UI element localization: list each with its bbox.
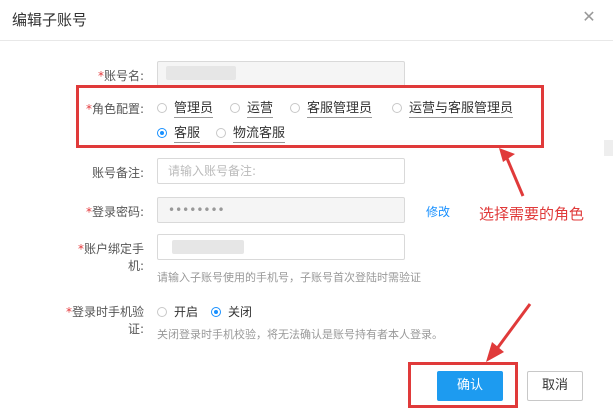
edge-scroll-indicator (604, 140, 613, 156)
edit-password-link[interactable]: 修改 (426, 203, 450, 220)
roles-highlight-box (76, 85, 544, 148)
annotation-arrow-down (486, 303, 532, 362)
title-divider (0, 40, 613, 41)
confirm-button[interactable]: 确认 (437, 371, 503, 401)
account-name-label: *账号名: (97, 69, 144, 83)
account-name-redacted (166, 66, 236, 80)
close-icon[interactable]: ✕ (580, 8, 598, 26)
password-field: •••••••• (157, 197, 405, 223)
dialog-title: 编辑子账号 (12, 11, 88, 29)
radio-circle (157, 306, 167, 317)
password-label: *登录密码: (85, 205, 144, 219)
edit-subaccount-dialog: 编辑子账号 ✕ *账号名: *角色配置: 管理员 运营 客服管理员 运营与客服管… (0, 0, 613, 419)
remark-input[interactable]: 请输入账号备注: (157, 158, 405, 184)
phone-redacted (172, 240, 244, 254)
phone-hint: 请输入子账号使用的手机号，子账号首次登陆时需验证 (157, 271, 421, 284)
remark-label: 账号备注: (91, 166, 144, 180)
login-verify-off[interactable]: 关闭 (211, 303, 252, 320)
annotation-arrow-up (499, 148, 525, 197)
login-verify-label: *登录时手机验证: (65, 305, 144, 336)
login-verify-hint: 关闭登录时手机校验，将无法确认是账号持有者本人登录。 (157, 328, 443, 341)
phone-label: *账户绑定手机: (77, 242, 144, 273)
login-verify-on[interactable]: 开启 (157, 303, 198, 320)
cancel-button[interactable]: 取消 (527, 371, 583, 401)
annotation-text: 选择需要的角色 (479, 205, 585, 223)
radio-circle-checked (211, 306, 221, 317)
